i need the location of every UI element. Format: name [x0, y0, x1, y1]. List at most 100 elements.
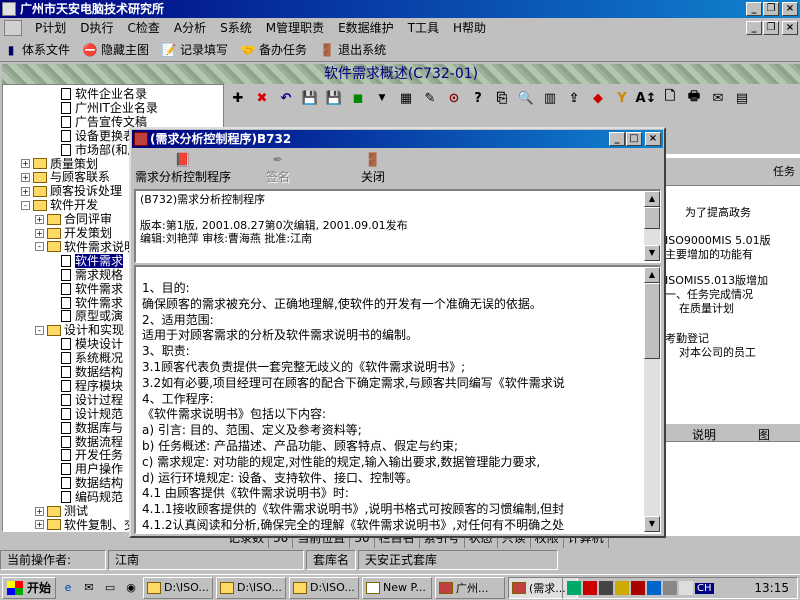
filter-icon[interactable]: Y: [612, 88, 632, 108]
minimize-button[interactable]: _: [746, 2, 762, 16]
tree-item[interactable]: 设计过程: [49, 393, 123, 407]
dialog-maximize-button[interactable]: □: [626, 132, 642, 146]
tray-volume-icon[interactable]: [615, 581, 629, 595]
tree-item[interactable]: + 软件复制、交: [35, 518, 136, 531]
tree-item[interactable]: 软件企业名录: [49, 87, 147, 101]
scroll-thumb[interactable]: [644, 283, 660, 359]
detail-grid[interactable]: 说明 图: [662, 424, 800, 536]
menu-management[interactable]: M管理职责: [259, 19, 331, 37]
document-info-panel[interactable]: (B732)需求分析控制程序 版本:第1版, 2001.08.27第0次编辑, …: [134, 189, 661, 263]
tree-item[interactable]: + 测试: [35, 504, 88, 518]
scroll-down-button[interactable]: ▼: [644, 245, 660, 261]
tree-item[interactable]: - 软件开发: [21, 198, 98, 212]
doc-restore-button[interactable]: ❐: [763, 21, 779, 35]
channels-icon[interactable]: ◉: [122, 579, 140, 597]
taskbar-item[interactable]: 广州...: [435, 576, 506, 599]
outlook-icon[interactable]: ✉: [80, 579, 98, 597]
menu-check[interactable]: C检查: [121, 19, 167, 37]
dialog-minimize-button[interactable]: _: [609, 132, 625, 146]
tree-item[interactable]: 数据库与: [49, 421, 123, 435]
tree-item[interactable]: 用户操作: [49, 462, 123, 476]
preview-icon[interactable]: 🗋: [660, 88, 680, 108]
tray-mail-icon[interactable]: [679, 581, 693, 595]
save-icon[interactable]: 💾: [300, 88, 320, 108]
dialog-app-icon[interactable]: [134, 132, 148, 146]
collapse-icon[interactable]: -: [35, 325, 44, 335]
tree-item[interactable]: - 软件需求说明: [35, 240, 136, 254]
tray-network-icon[interactable]: [567, 581, 581, 595]
close-button[interactable]: ×: [782, 2, 798, 16]
box-icon[interactable]: ◼: [348, 88, 368, 108]
save-all-icon[interactable]: 💾: [324, 88, 344, 108]
exit-system-button[interactable]: 🚪 退出系统: [319, 40, 387, 60]
scroll-down-button[interactable]: ▼: [644, 516, 660, 532]
tree-item[interactable]: 程序模块: [49, 379, 123, 393]
close-dialog-button[interactable]: 🚪 关闭: [323, 151, 423, 187]
tree-item[interactable]: 开发任务: [49, 448, 123, 462]
scroll-up-button[interactable]: ▲: [644, 267, 660, 283]
taskbar-item[interactable]: D:\ISO...: [289, 576, 360, 599]
collapse-icon[interactable]: -: [35, 242, 44, 252]
tree-item[interactable]: 系统概况: [49, 351, 123, 365]
document-content[interactable]: 1、目的: 确保顾客的需求被充分、正确地理解,使软件的开发有一个准确无误的依据。 2…: [134, 265, 661, 534]
tree-item[interactable]: + 合同评审: [35, 212, 112, 226]
fill-record-button[interactable]: 📝 记录填写: [161, 40, 229, 60]
doc-minimize-button[interactable]: _: [746, 21, 762, 35]
info-scrollbar[interactable]: ▲ ▼: [644, 191, 660, 261]
collapse-icon[interactable]: -: [21, 200, 30, 210]
find-icon[interactable]: 🔍: [516, 88, 536, 108]
taskbar-item[interactable]: D:\ISO...: [216, 576, 287, 599]
content-scrollbar[interactable]: ▲ ▼: [644, 267, 660, 532]
expand-icon[interactable]: +: [35, 214, 44, 224]
dialog-close-button[interactable]: ×: [645, 132, 661, 146]
tree-item[interactable]: 广州IT企业名录: [49, 101, 158, 115]
tree-item[interactable]: 数据结构: [49, 476, 123, 490]
diamond-icon[interactable]: ◆: [588, 88, 608, 108]
sort-icon[interactable]: A↕: [636, 88, 657, 108]
expand-icon[interactable]: +: [35, 228, 44, 238]
taskbar-item[interactable]: New P...: [362, 576, 433, 599]
tree-item[interactable]: 设计规范: [49, 407, 123, 421]
pending-tasks-button[interactable]: 🤝 备办任务: [240, 40, 308, 60]
grid-cell[interactable]: 在质量计划: [679, 300, 789, 316]
undo-icon[interactable]: ↶: [276, 88, 296, 108]
doc-close-button[interactable]: ×: [782, 21, 798, 35]
tree-item[interactable]: 市场部(和质: [49, 143, 140, 157]
binoculars-icon[interactable]: ⊙: [444, 88, 464, 108]
delete-icon[interactable]: ✖: [252, 88, 272, 108]
tray-scheduler-icon[interactable]: [647, 581, 661, 595]
tree-item[interactable]: 原型或演: [49, 309, 123, 323]
pen-icon[interactable]: ✎: [420, 88, 440, 108]
taskbar-item[interactable]: D:\ISO...: [143, 576, 214, 599]
menu-act[interactable]: A分析: [167, 19, 213, 37]
grid-cell[interactable]: 主要增加的功能有: [665, 246, 775, 262]
dropdown-icon[interactable]: ▼: [372, 88, 392, 108]
tree-item[interactable]: 数据结构: [49, 365, 123, 379]
expand-icon[interactable]: +: [35, 520, 44, 530]
tray-app-icon[interactable]: [583, 581, 597, 595]
tree-item[interactable]: + 开发策划: [35, 226, 112, 240]
tray-battery-icon[interactable]: [663, 581, 677, 595]
system-files-button[interactable]: ▮ 体系文件: [3, 40, 70, 60]
menu-system[interactable]: S系统: [213, 19, 259, 37]
tray-shield-icon[interactable]: [631, 581, 645, 595]
expand-icon[interactable]: +: [21, 159, 30, 168]
copy-icon[interactable]: ⎘: [492, 88, 512, 108]
grid-header-note[interactable]: 说明: [662, 424, 728, 442]
grid-cell[interactable]: 对本公司的员工: [679, 344, 789, 360]
start-button[interactable]: 开始: [2, 576, 57, 599]
menu-do[interactable]: D执行: [73, 19, 120, 37]
menu-help[interactable]: H帮助: [446, 19, 493, 37]
scroll-thumb[interactable]: [644, 207, 660, 229]
expand-icon[interactable]: +: [21, 186, 30, 196]
desktop-icon[interactable]: ▭: [101, 579, 119, 597]
help-icon[interactable]: ?: [468, 88, 488, 108]
document-icon[interactable]: [4, 20, 22, 36]
menu-data[interactable]: E数据维护: [331, 19, 401, 37]
clock[interactable]: 13:15: [754, 581, 797, 595]
tree-item[interactable]: 软件需求: [49, 253, 124, 268]
maximize-button[interactable]: ❐: [763, 2, 779, 16]
grid-header-task[interactable]: 任务: [663, 158, 800, 186]
tree-item[interactable]: 模块设计: [49, 337, 123, 351]
tree-item[interactable]: 设备更换表: [49, 129, 135, 143]
